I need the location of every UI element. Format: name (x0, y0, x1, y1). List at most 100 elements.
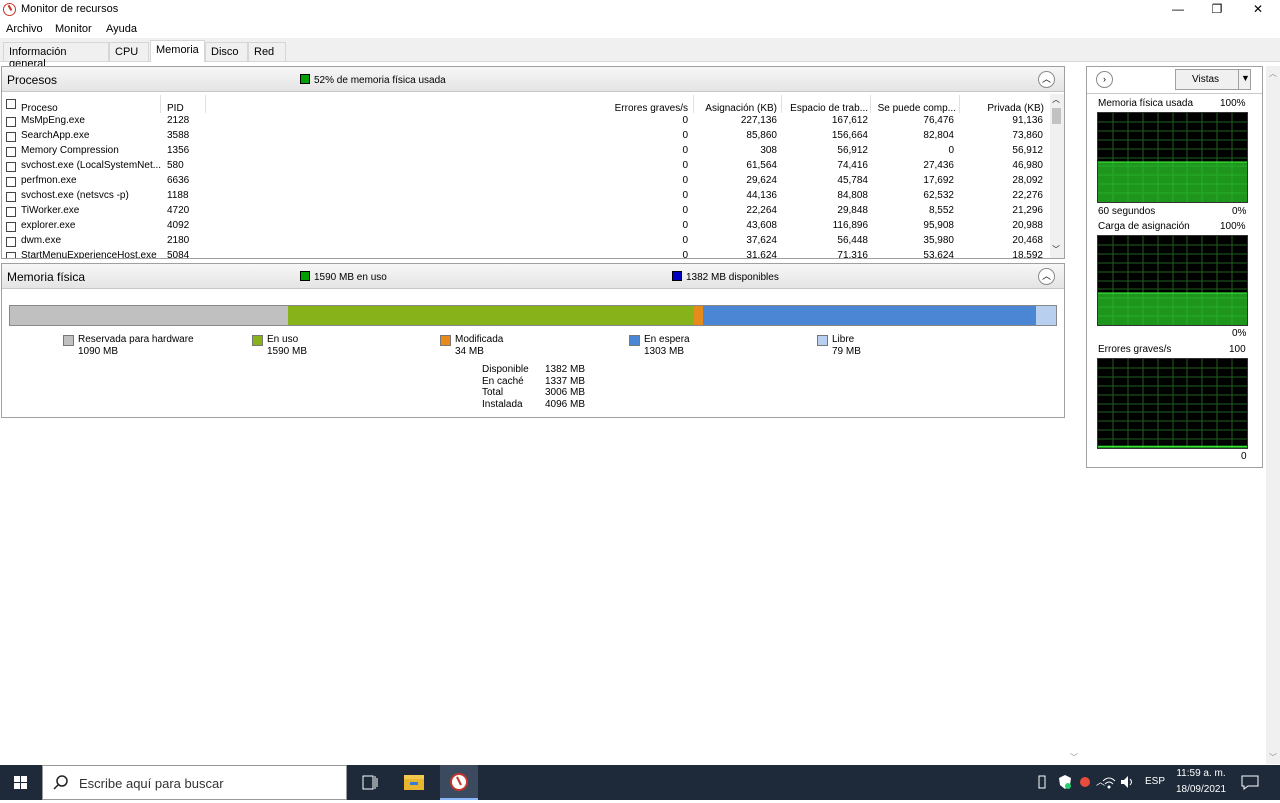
clock-date[interactable]: 18/09/2021 (1175, 784, 1227, 795)
row-checkbox[interactable] (6, 237, 16, 247)
tab-disco[interactable]: Disco (205, 42, 248, 61)
cell-se-puede-compartir: 53,624 (923, 250, 954, 258)
right-scroll-up-icon[interactable]: ︿ (1269, 68, 1277, 79)
cell-se-puede-compartir: 62,532 (923, 190, 954, 201)
cell-se-puede-compartir: 95,908 (923, 220, 954, 231)
row-checkbox[interactable] (6, 132, 16, 142)
col-privada[interactable]: Privada (KB) (960, 103, 1044, 114)
views-dropdown[interactable]: Vistas ▼ (1175, 69, 1251, 90)
dropdown-arrow-icon[interactable]: ▼ (1241, 73, 1250, 83)
scroll-up-icon[interactable]: ︿ (1052, 94, 1060, 105)
row-checkbox[interactable] (6, 252, 16, 258)
summary-label-disponible: Disponible (482, 364, 529, 375)
cell-se-puede-compartir: 35,980 (923, 235, 954, 246)
table-row[interactable]: svchost.exe (netsvcs -p) 1188 0 44,136 84,80… (1, 189, 1050, 204)
cell-errores-graves: 0 (682, 190, 688, 201)
table-row[interactable]: TiWorker.exe 4720 0 22,264 29,848 8,552 21,296 (1, 204, 1050, 219)
window-title: Monitor de recursos (21, 3, 119, 15)
wifi-icon[interactable] (1102, 774, 1116, 790)
start-button[interactable] (0, 765, 42, 800)
row-checkbox[interactable] (6, 177, 16, 187)
select-all-checkbox[interactable] (6, 99, 16, 109)
table-row[interactable]: dwm.exe 2180 0 37,624 56,448 35,980 20,468 (1, 234, 1050, 249)
app-tray-icon[interactable] (1078, 774, 1092, 790)
right-scrollbar[interactable]: ︿ ﹀ (1266, 66, 1280, 764)
close-button[interactable]: ✕ (1238, 0, 1278, 20)
resource-monitor-taskbar-button[interactable] (440, 765, 478, 800)
table-row[interactable]: perfmon.exe 6636 0 29,624 45,784 17,692 28,092 (1, 174, 1050, 189)
cell-privada: 56,912 (1012, 145, 1043, 156)
col-divider (781, 95, 782, 113)
security-icon[interactable] (1058, 774, 1072, 790)
usb-device-icon[interactable] (1036, 774, 1048, 790)
main-scroll-down-icon[interactable]: ﹀ (1070, 752, 1078, 763)
tab-cpu[interactable]: CPU (109, 42, 149, 61)
col-proceso[interactable]: Proceso (21, 103, 58, 114)
tab-informacion-general[interactable]: Información general (3, 42, 109, 70)
main-scrollbar[interactable]: ﹀ (1067, 66, 1081, 764)
processes-scrollbar[interactable]: ︿ ﹀ (1050, 94, 1064, 258)
scroll-thumb[interactable] (1052, 108, 1061, 124)
cell-se-puede-compartir: 0 (948, 145, 954, 156)
table-row[interactable]: SearchApp.exe 3588 0 85,860 156,664 82,804 73,… (1, 129, 1050, 144)
table-row[interactable]: explorer.exe 4092 0 43,608 116,896 95,908 20,9… (1, 219, 1050, 234)
col-asignacion[interactable]: Asignación (KB) (694, 103, 777, 114)
available-swatch (672, 271, 682, 281)
title-bar: Monitor de recursos — ❐ ✕ (0, 0, 1280, 20)
file-explorer-button[interactable] (396, 765, 432, 800)
folder-icon (404, 775, 424, 790)
right-scroll-down-icon[interactable]: ﹀ (1269, 752, 1277, 763)
minimize-button[interactable]: — (1158, 0, 1198, 20)
menu-ayuda[interactable]: Ayuda (106, 23, 137, 35)
col-pid[interactable]: PID (167, 103, 184, 114)
collapse-physical-memory-button[interactable]: ︿ (1038, 268, 1055, 285)
processes-header[interactable]: Procesos 52% de memoria física usada ︿ (2, 67, 1064, 92)
table-row[interactable]: StartMenuExperienceHost.exe 5084 0 31,624 71… (1, 249, 1050, 258)
row-checkbox[interactable] (6, 117, 16, 127)
cell-espacio-trabajo: 156,664 (831, 130, 868, 141)
col-espacio-trabajo[interactable]: Espacio de trab... (784, 103, 868, 114)
cell-proceso: explorer.exe (21, 220, 76, 231)
table-row[interactable]: MsMpEng.exe 2128 0 227,136 167,612 76,476 91,1… (1, 114, 1050, 129)
scroll-down-icon[interactable]: ﹀ (1052, 244, 1060, 255)
volume-icon[interactable] (1120, 774, 1134, 790)
table-row[interactable]: svchost.exe (LocalSystemNet... 580 0 61,564… (1, 159, 1050, 174)
summary-label-en-cache: En caché (482, 376, 524, 387)
cell-errores-graves: 0 (682, 145, 688, 156)
graph-fill (1098, 161, 1247, 202)
tab-red[interactable]: Red (248, 42, 286, 61)
row-checkbox[interactable] (6, 147, 16, 157)
row-checkbox[interactable] (6, 162, 16, 172)
cell-pid: 1188 (167, 190, 189, 201)
legend-swatch (252, 335, 263, 346)
menu-archivo[interactable]: Archivo (6, 23, 43, 35)
taskbar-search-box[interactable]: Escribe aquí para buscar (42, 765, 347, 800)
language-indicator[interactable]: ESP (1145, 776, 1165, 787)
graph-max-carga: 100% (1220, 221, 1246, 232)
cell-privada: 20,988 (1012, 220, 1043, 231)
clock-time[interactable]: 11:59 a. m. (1175, 768, 1227, 779)
cell-errores-graves: 0 (682, 160, 688, 171)
legend-item: Modificada 34 MB (440, 334, 590, 360)
expand-views-button[interactable]: › (1096, 71, 1113, 88)
physical-memory-header[interactable]: Memoria física 1590 MB en uso 1382 MB di… (2, 264, 1064, 289)
table-row[interactable]: Memory Compression 1356 0 308 56,912 0 56,912 (1, 144, 1050, 159)
tab-memoria[interactable]: Memoria (150, 40, 205, 62)
maximize-button[interactable]: ❐ (1197, 0, 1237, 20)
row-checkbox[interactable] (6, 207, 16, 217)
cell-proceso: perfmon.exe (21, 175, 77, 186)
cell-errores-graves: 0 (682, 250, 688, 258)
col-se-puede-compartir[interactable]: Se puede comp... (872, 103, 956, 114)
notifications-button[interactable] (1240, 774, 1260, 791)
row-checkbox[interactable] (6, 192, 16, 202)
legend-label: Reservada para hardware (78, 334, 194, 345)
col-errores-graves[interactable]: Errores graves/s (560, 103, 688, 114)
physical-memory-title: Memoria física (7, 270, 86, 284)
legend-swatch (440, 335, 451, 346)
menu-monitor[interactable]: Monitor (55, 23, 92, 35)
row-checkbox[interactable] (6, 222, 16, 232)
task-view-button[interactable] (352, 765, 388, 800)
memory-segment (703, 306, 1036, 325)
collapse-processes-button[interactable]: ︿ (1038, 71, 1055, 88)
graph-title-errores: Errores graves/s (1098, 344, 1172, 355)
